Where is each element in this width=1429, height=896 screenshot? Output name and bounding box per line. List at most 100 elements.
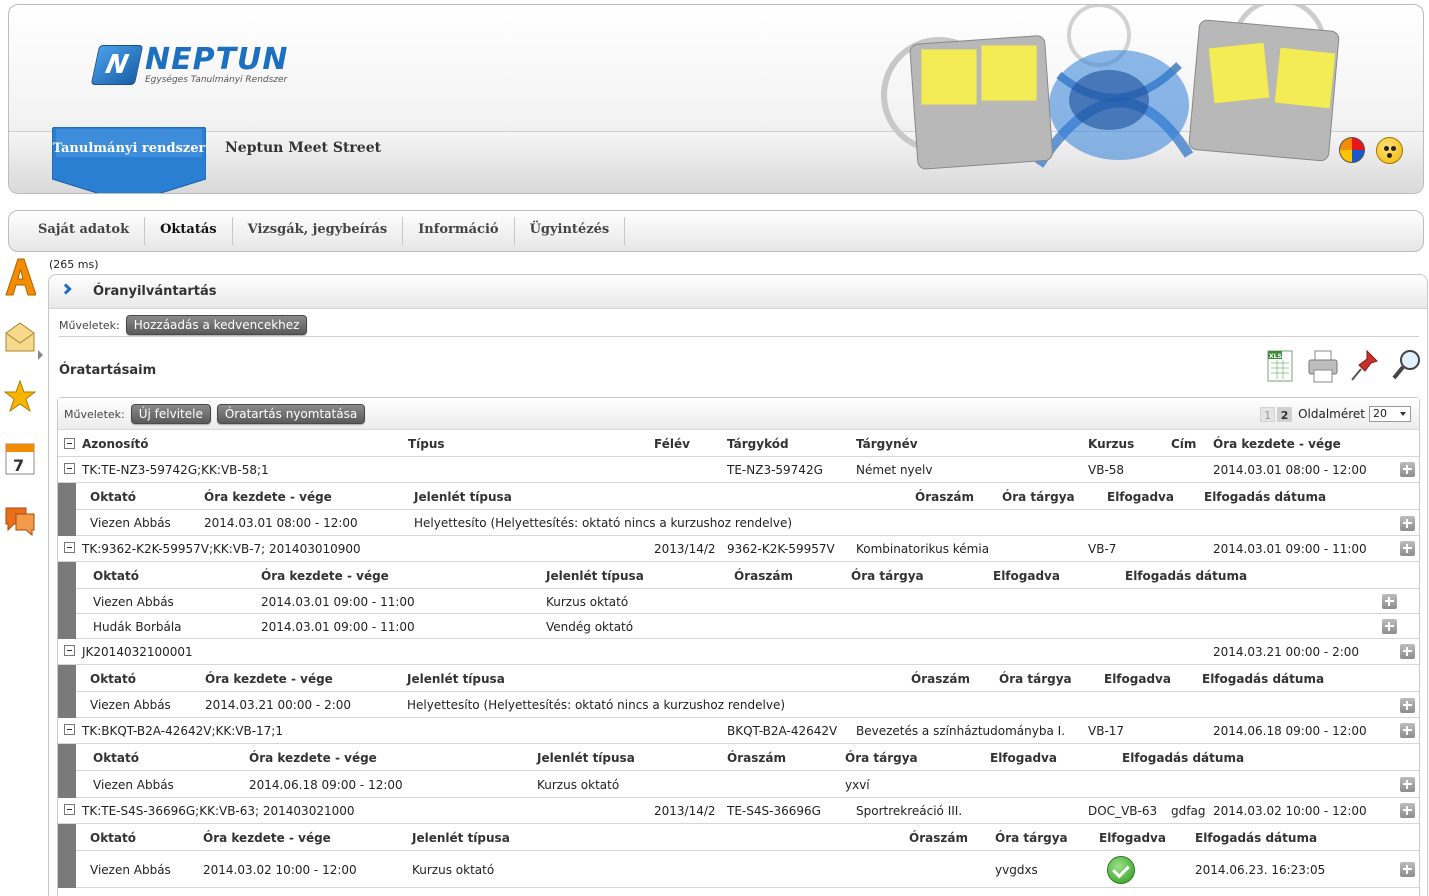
add-to-favorites-button[interactable]: Hozzáadás a kedvencekhez: [125, 315, 308, 335]
detail-cell-topic: yvgdxs: [995, 863, 1038, 877]
detail-indent-bar: [58, 665, 76, 718]
cell-id: TK:TE-S4S-36696G;KK:VB-63; 201403021000: [82, 804, 355, 818]
cell-code: TE-NZ3-59742G: [727, 463, 823, 477]
side-expand-arrow-icon[interactable]: [38, 350, 43, 360]
cell-code: 9362-K2K-59957V: [727, 542, 835, 556]
lesson-row[interactable]: JK2014032100001 2014.03.21 00:00 - 2:00: [58, 639, 1419, 665]
expand-detail-icon[interactable]: [1382, 619, 1397, 634]
pin-icon[interactable]: [1349, 347, 1381, 385]
new-entry-button[interactable]: Új felvitele: [130, 404, 211, 424]
detail-row[interactable]: Viezen Abbás 2014.03.01 08:00 - 12:00 Hely…: [76, 510, 1419, 536]
expand-row-icon[interactable]: [1400, 723, 1415, 738]
expand-detail-icon[interactable]: [1400, 698, 1415, 713]
detail-header-row: Oktató Óra kezdete - vége Jelenlét típusa Ó…: [76, 483, 1419, 510]
column-header-code: Tárgykód: [727, 437, 789, 451]
print-icon[interactable]: [1307, 347, 1339, 385]
detail-row[interactable]: Viezen Abbás 2014.03.02 10:00 - 12:00 Kurz…: [76, 851, 1419, 888]
neptun-logo[interactable]: N NEPTUN Egységes Tanulmányi Rendszer: [90, 42, 289, 85]
pager: 1 2 Oldalméret 20: [1260, 406, 1411, 422]
detail-row[interactable]: Viezen Abbás 2014.06.18 09:00 - 12:00 Kurz…: [76, 771, 1419, 798]
lesson-row[interactable]: TK:9362-K2K-59957V;KK:VB-7; 201403010900…: [58, 536, 1419, 562]
detail-cell-time: 2014.03.02 10:00 - 12:00: [203, 863, 357, 877]
detail-cell-attend: Vendég oktató: [546, 620, 634, 634]
export-toolbar: XLS: [1265, 347, 1423, 385]
cell-term: 2013/14/2: [654, 542, 716, 556]
detail-row[interactable]: Viezen Abbás 2014.03.21 00:00 - 2:00 Helye…: [76, 692, 1419, 718]
system-tab[interactable]: Tanulmányi rendszer: [52, 127, 206, 193]
page-2[interactable]: 2: [1277, 406, 1293, 422]
detail-cell-time: 2014.03.01 08:00 - 12:00: [204, 516, 358, 530]
expand-detail-icon[interactable]: [1400, 777, 1415, 792]
lesson-row[interactable]: TK:BKQT-B2A-42642V;KK:VB-17;1 BKQT-B2A-42…: [58, 718, 1419, 744]
cell-code: BKQT-B2A-42642V: [727, 724, 838, 738]
calendar-icon[interactable]: 7: [4, 438, 36, 478]
accessibility-icon[interactable]: [1376, 137, 1403, 164]
collapse-all-icon[interactable]: [64, 438, 75, 449]
detail-header-hours: Óraszám: [734, 569, 793, 583]
panel-operations: Műveletek: Hozzáadás a kedvencekhez: [59, 315, 308, 335]
lesson-row[interactable]: TK:TE-S4S-36696G;KK:VB-63; 201403021000 2…: [58, 798, 1419, 824]
lesson-detail: Oktató Óra kezdete - vége Jelenlét típusa Ó…: [58, 665, 1419, 718]
detail-header-accepted: Elfogadva: [1107, 490, 1174, 504]
detail-header-teacher: Oktató: [93, 751, 139, 765]
detail-header-accept_date: Elfogadás dátuma: [1202, 672, 1325, 686]
expand-row-icon[interactable]: [1400, 462, 1415, 477]
menu-item-ugyintezes[interactable]: Ügyintézés: [515, 217, 626, 245]
lesson-detail: Oktató Óra kezdete - vége Jelenlét típusa Ó…: [58, 824, 1419, 888]
chevron-right-icon[interactable]: [60, 283, 72, 295]
collapse-row-icon[interactable]: [64, 645, 75, 656]
detail-header-accepted: Elfogadva: [990, 751, 1057, 765]
menu-item-informacio[interactable]: Információ: [403, 217, 515, 245]
cell-name: Sportrekreáció III.: [856, 804, 963, 818]
detail-indent-bar: [58, 744, 76, 798]
column-header-addr: Cím: [1171, 437, 1197, 451]
collapse-row-icon[interactable]: [64, 724, 75, 735]
cell-course: VB-7: [1088, 542, 1117, 556]
collapse-row-icon[interactable]: [64, 542, 75, 553]
chat-icon[interactable]: [4, 500, 36, 540]
collapse-row-icon[interactable]: [64, 804, 75, 815]
detail-header-accept_date: Elfogadás dátuma: [1204, 490, 1327, 504]
expand-row-icon[interactable]: [1400, 541, 1415, 556]
color-theme-icon[interactable]: [1339, 137, 1365, 163]
lesson-detail: Oktató Óra kezdete - vége Jelenlét típusa Ó…: [58, 483, 1419, 536]
system-tab-label: Tanulmányi rendszer: [52, 141, 206, 156]
logo-title: NEPTUN: [145, 42, 289, 77]
column-header-type: Típus: [408, 437, 445, 451]
cell-time: 2014.06.18 09:00 - 12:00: [1213, 724, 1367, 738]
search-icon[interactable]: [1391, 347, 1423, 385]
detail-cell-teacher: Viezen Abbás: [90, 516, 171, 530]
expand-detail-icon[interactable]: [1400, 862, 1415, 877]
detail-header-accepted: Elfogadva: [1104, 672, 1171, 686]
lesson-row[interactable]: TK:TE-NZ3-59742G;KK:VB-58;1 TE-NZ3-59742G…: [58, 457, 1419, 483]
messages-icon[interactable]: [4, 317, 36, 357]
detail-cell-attend: Kurzus oktató: [537, 778, 620, 792]
print-lessons-button[interactable]: Óratartás nyomtatása: [216, 404, 366, 424]
menu-item-vizsgak[interactable]: Vizsgák, jegybeírás: [233, 217, 404, 245]
detail-row[interactable]: Hudák Borbála 2014.03.01 09:00 - 11:00 Ven…: [76, 614, 1419, 639]
detail-header-accepted: Elfogadva: [993, 569, 1060, 583]
detail-header-teacher: Oktató: [90, 490, 136, 504]
collapse-row-icon[interactable]: [64, 463, 75, 474]
menu-item-sajat-adatok[interactable]: Saját adatok: [23, 217, 146, 245]
font-size-icon[interactable]: [4, 257, 36, 297]
menu-item-oktatas[interactable]: Oktatás: [145, 217, 233, 245]
main-panel: Óranyilvántartás Műveletek: Hozzáadás a …: [48, 274, 1428, 896]
detail-cell-time: 2014.03.21 00:00 - 2:00: [205, 698, 352, 712]
expand-row-icon[interactable]: [1400, 644, 1415, 659]
expand-detail-icon[interactable]: [1382, 594, 1397, 609]
meet-street-link[interactable]: Neptun Meet Street: [225, 140, 381, 156]
detail-indent-bar: [58, 483, 76, 536]
cell-name: Bevezetés a színháztudományba I.: [856, 724, 1066, 738]
favorites-star-icon[interactable]: [4, 377, 36, 417]
page-size-select[interactable]: 20: [1369, 406, 1411, 422]
svg-text:7: 7: [13, 456, 24, 475]
page-1[interactable]: 1: [1260, 406, 1276, 422]
expand-detail-icon[interactable]: [1400, 516, 1415, 531]
grid-operations-label: Műveletek:: [64, 407, 125, 421]
expand-row-icon[interactable]: [1400, 803, 1415, 818]
cell-course: VB-58: [1088, 463, 1125, 477]
detail-header-accept_date: Elfogadás dátuma: [1195, 831, 1318, 845]
detail-row[interactable]: Viezen Abbás 2014.03.01 09:00 - 11:00 Kurz…: [76, 589, 1419, 614]
excel-export-icon[interactable]: XLS: [1265, 347, 1297, 385]
